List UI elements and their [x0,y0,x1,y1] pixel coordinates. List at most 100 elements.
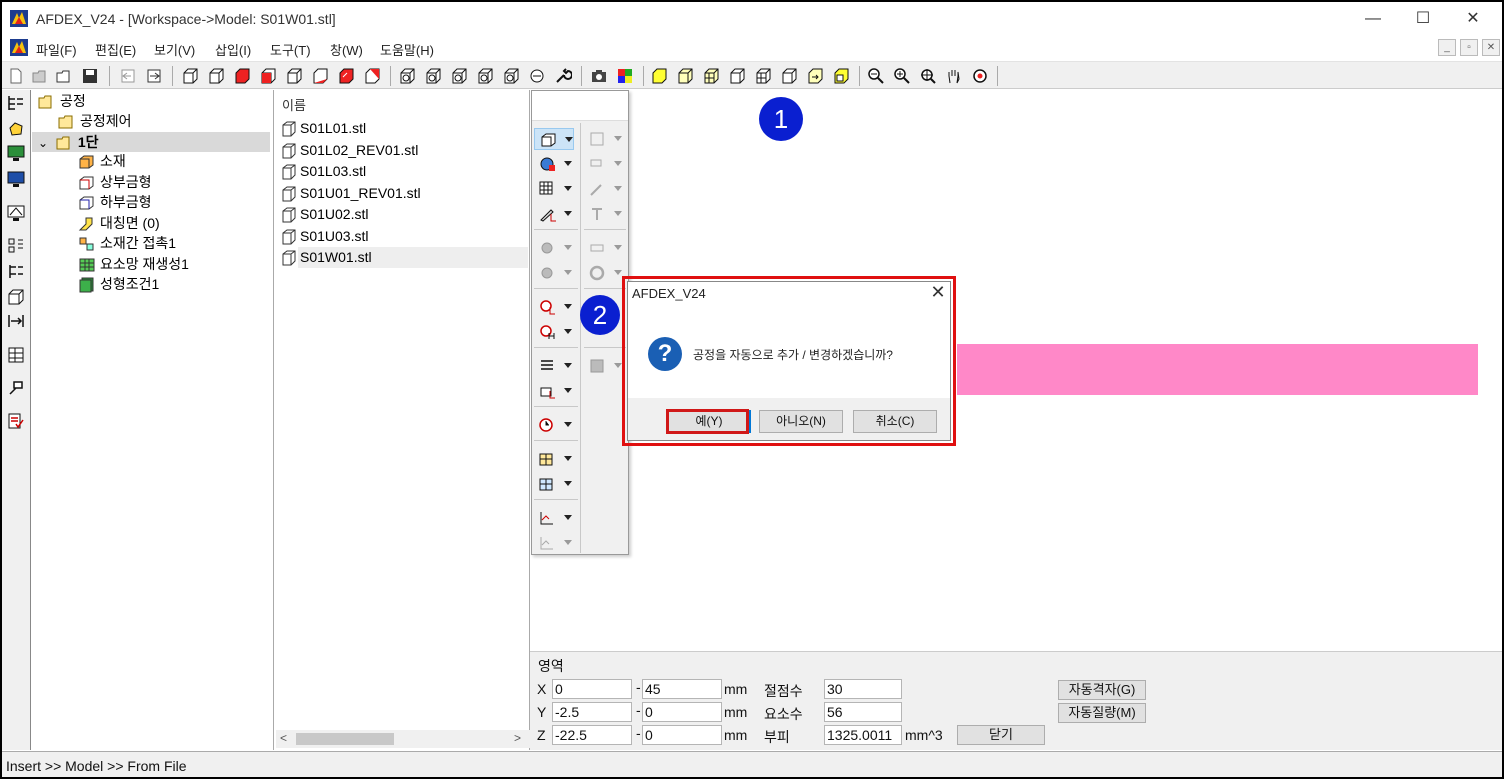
view-iso-red-icon[interactable] [337,67,355,85]
menu-file[interactable]: 파일(F) [36,40,77,59]
tree-item-lower-die[interactable]: 하부금형 [78,192,152,212]
import-icon[interactable] [119,67,137,85]
report-check-icon[interactable] [6,412,26,430]
palette-dim-4-button[interactable] [584,203,624,225]
palette-contact-h-button[interactable] [534,321,574,343]
palette-gear-1-button[interactable] [534,237,574,259]
menu-tools[interactable]: 도구(T) [270,40,311,59]
palette-dim-5-button[interactable] [584,237,624,259]
palette-graph-dim-button[interactable] [534,532,574,554]
rotate-view-3-icon[interactable] [450,67,468,85]
menu-insert[interactable]: 삽입(I) [215,40,251,59]
cube-icon[interactable] [6,288,26,306]
palette-globe-button[interactable] [534,153,574,175]
column-header-name[interactable]: 이름 [282,95,306,114]
palette-dim-6-button[interactable] [584,262,624,284]
tree-item-contact[interactable]: 소재간 접촉1 [78,233,176,253]
zoom-fit-icon[interactable] [919,67,937,85]
palette-spring-button[interactable] [534,355,574,377]
tree-item-symmetry-plane[interactable]: 대칭면 (0) [78,213,160,233]
horizontal-scrollbar[interactable]: < > [276,730,530,748]
palette-grid-2-button[interactable] [534,473,574,495]
view-red-solid-icon[interactable] [233,67,251,85]
node-settings-icon[interactable] [6,262,26,280]
rotate-view-5-icon[interactable] [502,67,520,85]
chevron-down-icon[interactable]: ⌄ [38,133,52,153]
palette-pen-button[interactable] [534,203,574,225]
view-red-side-icon[interactable] [259,67,277,85]
palette-eh-button[interactable] [534,178,574,200]
menu-edit[interactable]: 편집(E) [95,40,136,59]
yellow-solid-icon[interactable] [650,67,668,85]
view-bottom-icon[interactable] [311,67,329,85]
wire-box-2-icon[interactable] [702,67,720,85]
rotate-view-6-icon[interactable] [528,67,546,85]
minimize-button[interactable]: — [1358,8,1388,30]
view-top-icon[interactable] [285,67,303,85]
elements-field[interactable]: 56 [824,702,902,722]
tree-item-material[interactable]: 소재 [78,151,126,171]
file-item[interactable]: S01L03.stl [282,161,366,182]
palette-press-button[interactable] [534,380,574,402]
palette-dim-1-button[interactable] [584,128,624,150]
mdi-close-button[interactable]: ✕ [1482,39,1500,56]
display-settings-icon[interactable] [6,204,26,222]
palette-contact-button[interactable] [534,296,574,318]
document-app-icon[interactable] [10,39,28,56]
palette-dim-3-button[interactable] [584,178,624,200]
file-item[interactable]: S01U03.stl [282,226,368,247]
x-max-field[interactable]: 45 [642,679,722,699]
auto-mass-button[interactable]: 자동질량(M) [1058,703,1146,723]
wrench-icon[interactable] [554,67,572,85]
palette-gear-2-button[interactable] [534,262,574,284]
menu-view[interactable]: 보기(V) [154,40,195,59]
scroll-thumb[interactable] [296,733,394,745]
zoom-in-icon[interactable] [893,67,911,85]
camera-icon[interactable] [590,67,608,85]
save-icon[interactable] [81,67,99,85]
dialog-close-icon[interactable]: ✕ [928,282,948,303]
palette-graph-button[interactable] [534,507,574,529]
zoom-out-icon[interactable] [867,67,885,85]
tree-item-forming-condition[interactable]: 성형조건1 [78,274,159,294]
open-folder-icon[interactable] [55,67,73,85]
swap-box-icon[interactable] [806,67,824,85]
color-map-icon[interactable] [616,67,634,85]
palette-dim-7-button[interactable] [584,355,624,377]
wire-box-3-icon[interactable] [728,67,746,85]
file-item[interactable]: S01L02_REV01.stl [282,140,418,161]
volume-field[interactable]: 1325.0011 [824,725,902,745]
scroll-left-icon[interactable]: < [280,731,287,745]
monitor-blue-icon[interactable] [6,170,26,188]
z-min-field[interactable]: -22.5 [552,725,632,745]
monitor-icon[interactable] [6,144,26,162]
view-box-icon[interactable] [181,67,199,85]
wire-box-5-icon[interactable] [780,67,798,85]
pan-hand-icon[interactable] [945,67,963,85]
auto-grid-button[interactable]: 자동격자(G) [1058,680,1146,700]
menu-help[interactable]: 도움말(H) [380,40,434,59]
maximize-button[interactable]: ☐ [1408,8,1438,30]
tree-item-remesh[interactable]: 요소망 재생성1 [78,254,189,274]
open-file-icon[interactable] [31,67,49,85]
rotate-target-icon[interactable] [971,67,989,85]
rotate-view-1-icon[interactable] [398,67,416,85]
tree-item-upper-die[interactable]: 상부금형 [78,172,152,192]
mdi-restore-button[interactable]: ▫ [1460,39,1478,56]
y-min-field[interactable]: -2.5 [552,702,632,722]
rotate-view-4-icon[interactable] [476,67,494,85]
palette-clock-button[interactable] [534,414,574,436]
layer-box-icon[interactable] [832,67,850,85]
scroll-right-icon[interactable]: > [514,731,521,745]
new-file-icon[interactable] [7,67,25,85]
close-panel-button[interactable]: 닫기 [957,725,1045,745]
file-item[interactable]: S01L01.stl [282,118,366,139]
file-item-selected[interactable]: S01W01.stl [282,247,372,268]
rotate-view-2-icon[interactable] [424,67,442,85]
view-front-icon[interactable] [207,67,225,85]
view-corner-red-icon[interactable] [363,67,381,85]
wire-box-4-icon[interactable] [754,67,772,85]
close-window-button[interactable]: ✕ [1458,8,1488,30]
probe-icon[interactable] [6,378,26,396]
mdi-minimize-button[interactable]: _ [1438,39,1456,56]
